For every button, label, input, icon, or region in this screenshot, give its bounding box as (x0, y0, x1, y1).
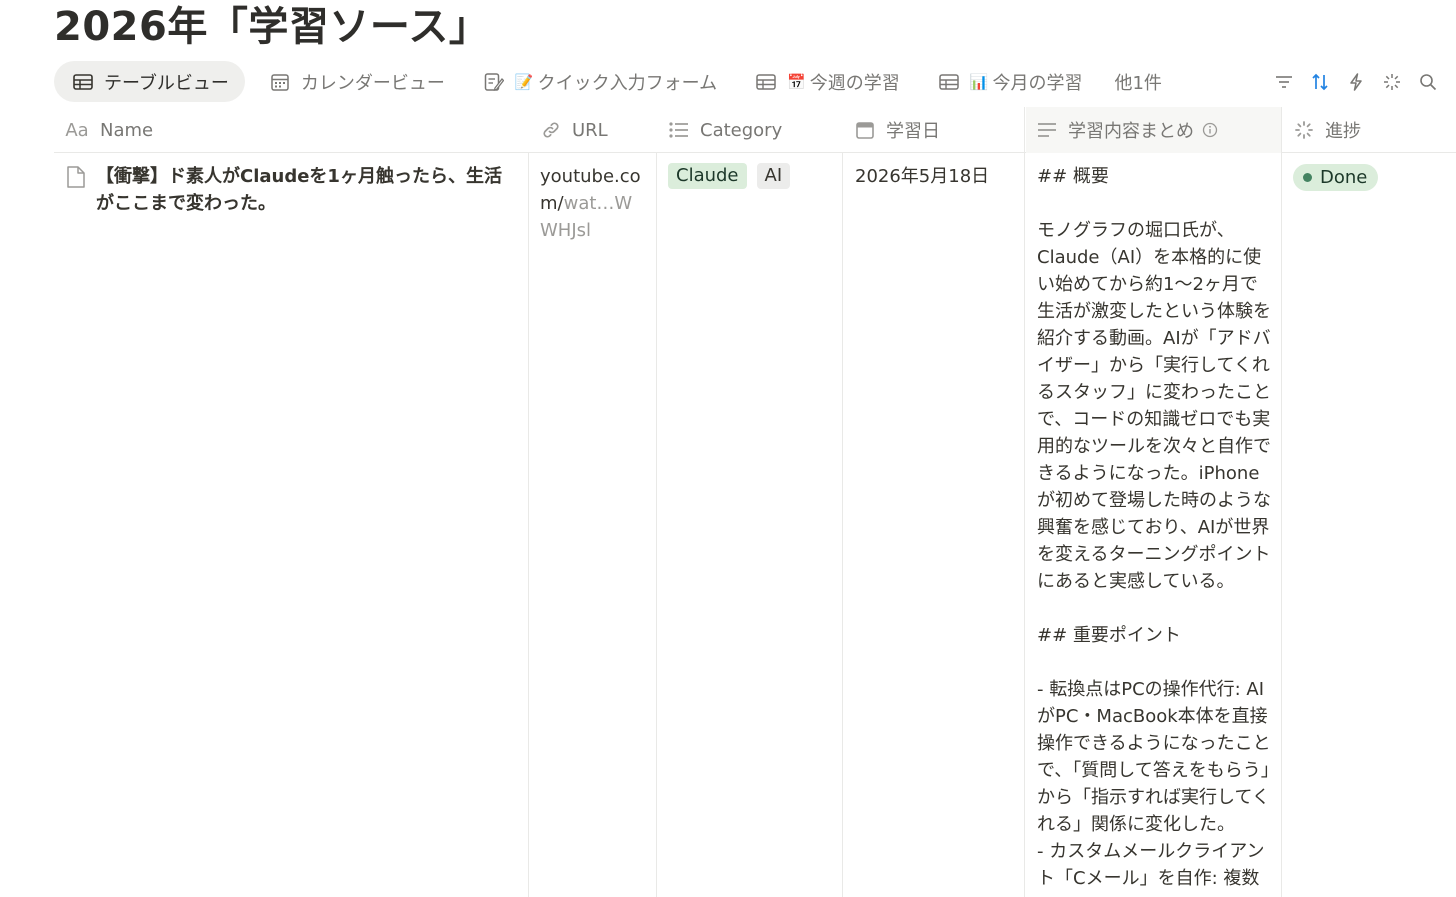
calendar-icon (854, 119, 876, 141)
chart-emoji-icon: 📊 (969, 72, 989, 91)
category-tag-claude[interactable]: Claude (668, 163, 747, 189)
summary-line (1037, 649, 1273, 676)
column-divider (528, 153, 529, 897)
more-views-label: 他1件 (1114, 72, 1162, 94)
column-header-label: 学習内容まとめ (1068, 121, 1194, 142)
multi-select-icon (668, 119, 690, 141)
status-icon (1293, 119, 1315, 141)
tab-quick-form[interactable]: 📝 クイック入力フォーム (465, 61, 731, 102)
category-tag-ai[interactable]: AI (756, 163, 791, 189)
notion-database-page: 2026年「学習ソース」 テーブルビュー カレンダービュー 📝 クイック入力フォ… (0, 0, 1456, 897)
column-header-label: URL (572, 119, 608, 141)
text-type-icon: Aa (65, 119, 89, 141)
tab-label: テーブルビュー (104, 72, 229, 94)
form-icon (483, 71, 505, 93)
column-header-category[interactable]: Category (658, 107, 842, 153)
column-header-label: Category (700, 119, 783, 141)
summary-line (1037, 190, 1273, 217)
table-row-summary-cell[interactable]: ## 概要 モノグラフの堀口氏が、Claude（AI）を本格的に使い始めてから約… (1026, 153, 1281, 892)
summary-line: - 転換点はPCの操作代行: AIがPC・MacBook本体を直接操作できるよう… (1037, 679, 1271, 835)
column-header-label: 進捗 (1325, 121, 1361, 142)
column-header-summary[interactable]: 学習内容まとめ (1026, 107, 1281, 153)
table-row-name-cell[interactable]: 【衝撃】ド素人がClaudeを1ヶ月触ったら、生活がここまで変わった。 (54, 153, 528, 217)
table-row-status-cell[interactable]: Done (1283, 153, 1456, 191)
text-lines-icon (1036, 119, 1058, 141)
page-document-icon (66, 163, 88, 217)
column-header-label: 学習日 (886, 121, 940, 142)
table-icon (755, 71, 777, 93)
summary-line (1037, 595, 1273, 622)
table-row-category-cell[interactable]: Claude AI (658, 153, 842, 189)
automation-icon[interactable] (1338, 66, 1374, 98)
column-header-status[interactable]: 進捗 (1283, 107, 1456, 153)
table-header-row: Aa Name URL Category 学習日 学習内容まとめ 進捗 (54, 107, 1456, 153)
summary-line: モノグラフの堀口氏が、Claude（AI）を本格的に使い始めてから約1〜2ヶ月で… (1037, 220, 1271, 592)
tab-this-week[interactable]: 📅 今週の学習 (737, 61, 914, 102)
table-row-url-cell[interactable]: youtube.com/wat…WWHJsl (530, 153, 656, 244)
tab-calendar-view[interactable]: カレンダービュー (251, 61, 459, 102)
view-tabs: テーブルビュー カレンダービュー 📝 クイック入力フォーム 📅 今週の学習 📊 … (54, 61, 1182, 102)
date-value: 2026年5月18日 (855, 166, 990, 187)
column-divider (1281, 107, 1282, 897)
database-table: Aa Name URL Category 学習日 学習内容まとめ 進捗 【衝撃】… (54, 107, 1456, 897)
status-badge[interactable]: Done (1293, 164, 1379, 191)
summary-line: - カスタムメールクライアント「Cメール」を自作: 複数 (1037, 841, 1265, 889)
calendar-icon (269, 71, 291, 93)
customize-icon[interactable] (1374, 66, 1410, 98)
more-views-button[interactable]: 他1件 (1102, 61, 1175, 102)
search-icon[interactable] (1410, 66, 1446, 98)
tab-label: 今月の学習 (992, 72, 1083, 94)
column-header-name[interactable]: Aa Name (54, 107, 528, 153)
table-icon (938, 71, 960, 93)
column-header-url[interactable]: URL (530, 107, 656, 153)
tab-table-view[interactable]: テーブルビュー (54, 61, 245, 102)
page-title[interactable]: 2026年「学習ソース」 (54, 0, 489, 52)
memo-emoji-icon: 📝 (514, 72, 534, 91)
status-dot-icon (1303, 173, 1312, 182)
summary-line: ## 重要ポイント (1037, 625, 1181, 646)
view-toolbar (1266, 66, 1446, 98)
tab-this-month[interactable]: 📊 今月の学習 (920, 61, 1097, 102)
column-divider (656, 153, 657, 897)
tab-label: 今週の学習 (809, 72, 900, 94)
column-divider (1024, 107, 1025, 897)
sort-icon[interactable] (1302, 66, 1338, 98)
column-divider (842, 153, 843, 897)
status-label: Done (1320, 167, 1368, 188)
column-header-label: Name (100, 119, 154, 141)
link-icon (540, 119, 562, 141)
info-icon[interactable] (1202, 122, 1218, 138)
tab-label: クイック入力フォーム (537, 72, 718, 94)
table-row-date-cell[interactable]: 2026年5月18日 (844, 153, 1024, 190)
row-title: 【衝撃】ド素人がClaudeを1ヶ月触ったら、生活がここまで変わった。 (96, 166, 502, 214)
tab-label: カレンダービュー (300, 72, 445, 94)
table-icon (72, 71, 94, 93)
filter-icon[interactable] (1266, 66, 1302, 98)
calendar-emoji-icon: 📅 (787, 72, 806, 91)
column-header-date[interactable]: 学習日 (844, 107, 1024, 153)
summary-line: ## 概要 (1037, 166, 1109, 187)
